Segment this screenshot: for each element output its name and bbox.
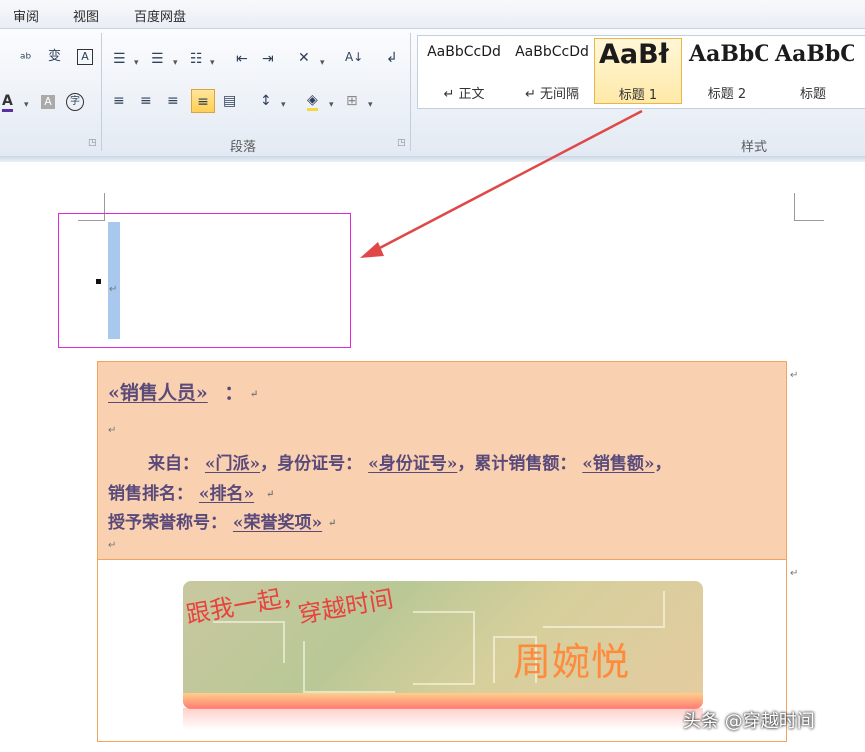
merge-field-sect[interactable]: «门派»: [205, 454, 260, 474]
comma-text: ，: [654, 454, 672, 474]
line-spacing-icon[interactable]: ↕: [260, 93, 272, 109]
enclose-characters-icon[interactable]: 字: [66, 93, 84, 111]
merge-field-rank[interactable]: «排名»: [199, 484, 254, 504]
tab-view[interactable]: 视图: [73, 6, 99, 25]
phonetic-guide-icon[interactable]: ᵃᵇ: [20, 51, 31, 67]
align-right-icon[interactable]: ≡: [167, 93, 179, 109]
styles-gallery: AaBbCcDd ↵ 正文 AaBbCcDd ↵ 无间隔 AaBł 标题 1 A…: [417, 35, 865, 109]
circuit-trace: [213, 621, 285, 663]
character-border-icon[interactable]: A: [77, 49, 93, 65]
style-name: 标题: [799, 87, 826, 102]
banner-name: 周婉悦: [513, 640, 631, 684]
style-sample: AaBł: [599, 39, 669, 70]
increase-indent-icon[interactable]: ⇥: [262, 51, 274, 67]
style-name: ↵ 无间隔: [524, 87, 580, 102]
cell-end-mark: ↵: [790, 370, 799, 381]
multilevel-list-dropdown-icon[interactable]: ▾: [210, 55, 215, 71]
paragraph-mark: ↵: [328, 518, 337, 529]
paragraph-mark: ↵: [250, 389, 259, 400]
merge-table: «销售人员» ： ↵ ↵ 来自： «门派»，身份证号： «身份证号»，累计销售额…: [97, 361, 798, 742]
font-color-icon[interactable]: A: [2, 93, 13, 112]
style-sample: AaBbCcDd: [427, 44, 501, 60]
highlight-callout-box: [58, 213, 351, 348]
watermark: 头条 @穿越时间: [683, 711, 815, 732]
line-spacing-dropdown-icon[interactable]: ▾: [281, 97, 286, 113]
shading-dropdown-icon[interactable]: ▾: [329, 97, 334, 113]
font-dialog-launcher-icon[interactable]: ◳: [88, 138, 97, 148]
borders-dropdown-icon[interactable]: ▾: [368, 97, 373, 113]
align-left-icon[interactable]: ≡: [113, 93, 125, 109]
cell-end-mark: ↵: [790, 568, 799, 579]
banner-reflection: [183, 708, 703, 730]
id-label: ，身份证号：: [260, 454, 363, 474]
style-sample: AaBbCcDd: [515, 44, 589, 60]
margin-corner-mark: [794, 193, 795, 221]
honor-label: 授予荣誉称号：: [108, 513, 227, 533]
origin-label: 来自：: [148, 454, 199, 474]
origin-line: 来自： «门派»，身份证号： «身份证号»，累计销售额： «销售额»，: [148, 449, 672, 474]
style-name: 标题 1: [618, 88, 658, 103]
sales-label: ，累计销售额：: [457, 454, 577, 474]
align-center-icon[interactable]: ≡: [140, 93, 152, 109]
merge-text-cell[interactable]: «销售人员» ： ↵ ↵ 来自： «门派»，身份证号： «身份证号»，累计销售额…: [98, 362, 786, 560]
colon-text: ：: [224, 382, 244, 404]
sort-icon[interactable]: A↓: [345, 49, 363, 65]
show-formatting-marks-icon[interactable]: ↲: [386, 50, 398, 66]
numbering-icon[interactable]: ☰: [151, 51, 164, 67]
banner-image[interactable]: 跟我一起， 穿越时间 周婉悦: [183, 581, 703, 709]
style-no-spacing[interactable]: AaBbCcDd ↵ 无间隔: [510, 38, 594, 104]
paragraph-group-label: 段落: [230, 140, 257, 155]
style-sample: AaBbC: [775, 41, 854, 67]
decrease-indent-icon[interactable]: ⇤: [236, 51, 248, 67]
paragraph-mark: ↵: [108, 540, 117, 551]
chinese-layout-icon[interactable]: ✕: [298, 50, 310, 66]
wen-convert-icon[interactable]: 变: [48, 49, 61, 65]
style-heading-1[interactable]: AaBł 标题 1: [594, 38, 682, 104]
multilevel-list-icon[interactable]: ☷: [190, 51, 203, 67]
ribbon-tab-bar: 审阅 视图 百度网盘: [0, 0, 865, 29]
tab-review[interactable]: 审阅: [13, 6, 39, 25]
banner-stripe: [183, 693, 703, 709]
rank-line: 销售排名： «排名» ↵: [108, 479, 274, 504]
style-name: 标题 2: [707, 87, 747, 102]
font-color-dropdown-icon[interactable]: ▾: [24, 97, 29, 113]
ribbon-bottom-edge: [0, 156, 865, 162]
merge-field-id-number[interactable]: «身份证号»: [368, 454, 457, 474]
style-heading-2[interactable]: AaBbC 标题 2: [686, 38, 768, 104]
ribbon: ᵃᵇ 变 A A ▾ A 字 ☰ ▾ ☰ ▾ ☷ ▾ ⇤ ⇥ ✕ ▾ A↓ ↲ …: [0, 29, 865, 156]
shading-icon[interactable]: ◈: [307, 92, 318, 111]
honor-line: 授予荣誉称号： «荣誉奖项» ↵: [108, 508, 336, 533]
style-normal[interactable]: AaBbCcDd ↵ 正文: [422, 38, 506, 104]
paragraph-dialog-launcher-icon[interactable]: ◳: [397, 138, 406, 148]
borders-icon[interactable]: ⊞: [346, 93, 358, 109]
merge-field-honor[interactable]: «荣誉奖项»: [233, 513, 322, 533]
paragraph-mark: ↵: [108, 425, 117, 436]
tab-baidu-netdisk[interactable]: 百度网盘: [134, 6, 186, 25]
group-separator: [410, 33, 411, 151]
chinese-layout-dropdown-icon[interactable]: ▾: [320, 55, 325, 71]
styles-group-label: 样式: [741, 140, 768, 155]
salesperson-line: «销售人员» ： ↵: [108, 378, 258, 405]
circuit-trace: [413, 611, 475, 685]
style-title[interactable]: AaBbC 标题: [772, 38, 854, 104]
numbering-dropdown-icon[interactable]: ▾: [173, 55, 178, 71]
merge-field-salesperson[interactable]: «销售人员»: [108, 382, 208, 404]
group-separator: [101, 33, 102, 151]
character-shading-icon[interactable]: A: [41, 95, 55, 109]
justify-icon[interactable]: ≡: [191, 89, 215, 113]
margin-corner-mark: [794, 220, 824, 221]
circuit-trace: [303, 641, 395, 693]
style-sample: AaBbC: [689, 41, 768, 67]
banner-slogan-line2: 穿越时间: [295, 584, 396, 630]
style-name: ↵ 正文: [443, 87, 485, 102]
distributed-align-icon[interactable]: ▤: [223, 93, 236, 109]
circuit-trace: [543, 591, 665, 628]
rank-label: 销售排名：: [108, 484, 193, 504]
bullets-icon[interactable]: ☰: [113, 51, 126, 67]
paragraph-mark: ↵: [266, 489, 275, 500]
bullets-dropdown-icon[interactable]: ▾: [134, 55, 139, 71]
merge-field-sales[interactable]: «销售额»: [582, 454, 654, 474]
